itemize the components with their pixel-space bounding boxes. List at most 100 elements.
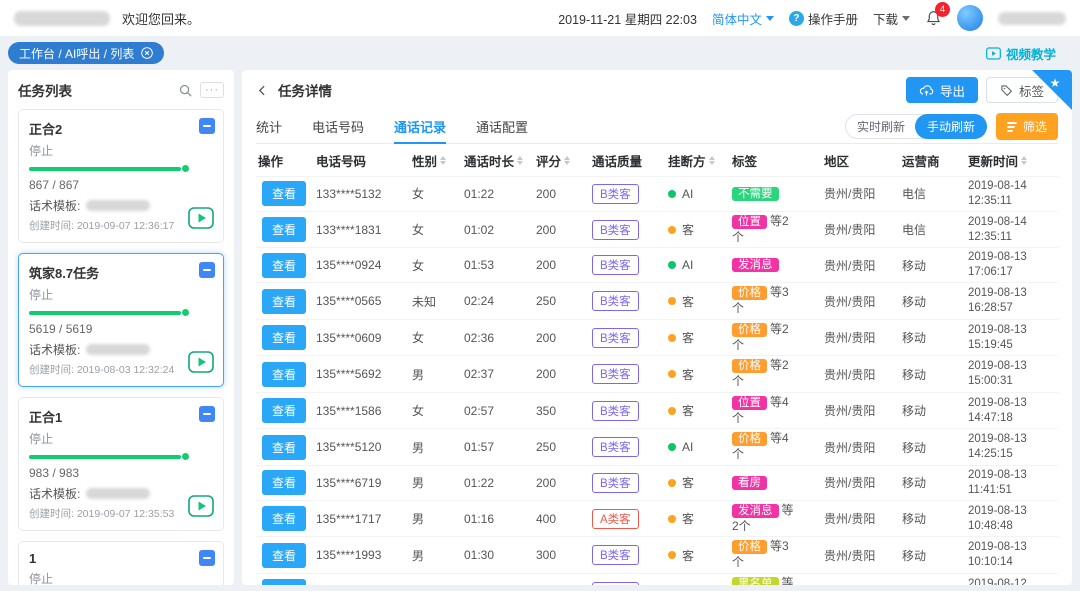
task-card[interactable]: 正合1 停止 983 / 983 话术模板: 创建时间: 2019-09-07 … [18,397,224,531]
manual-refresh-button[interactable]: 手动刷新 [914,114,987,139]
template-name-redacted [86,488,151,499]
cell-phone: 135****5120 [316,440,382,455]
quality-badge: B类客 [592,364,639,385]
cell-score: 250 [536,294,557,309]
view-button[interactable]: 查看 [262,579,307,585]
view-button[interactable]: 查看 [262,217,307,243]
collapse-task-icon[interactable] [199,550,215,566]
column-header[interactable]: 挂断方 [668,151,732,170]
notification-badge: 4 [935,2,950,17]
cell-hangup: 客 [682,512,695,527]
realtime-refresh-button[interactable]: 实时刷新 [846,115,916,138]
table-row: 查看 135****1717 男 01:16 400 A类客 客 发消息 等2个 … [256,499,1058,537]
view-button[interactable]: 查看 [262,506,307,532]
task-card[interactable]: 正合2 停止 867 / 867 话术模板: 创建时间: 2019-09-07 … [18,109,224,243]
hangup-dot-icon [668,189,676,198]
breadcrumb-bar: 工作台 / AI呼出 / 列表 视频教学 [0,36,1080,70]
export-button[interactable]: 导出 [905,77,978,103]
cell-gender: 女 [412,258,425,273]
view-button[interactable]: 查看 [262,470,307,496]
view-button[interactable]: 查看 [262,288,307,314]
cell-duration: 01:02 [464,222,495,237]
table-row: 查看 135****8867 男 02:03 350 B类客 AI 黑名单等3个… [256,572,1058,585]
tab[interactable]: 统计 [256,110,282,143]
task-detail-panel: ★ 任务详情 导出 标签 统计 电话号码 通话记录 通话配置 实时刷新 手动刷新… [242,70,1072,585]
favorite-corner-ribbon[interactable]: ★ [1032,70,1072,110]
cell-carrier: 移动 [902,404,927,419]
back-icon[interactable] [256,84,269,97]
close-icon[interactable] [141,47,154,59]
view-button[interactable]: 查看 [262,325,307,351]
datetime-text: 2019-11-21 星期四 22:03 [558,12,697,27]
column-header[interactable]: 更新时间 [968,151,1056,170]
table-row: 查看 133****1831 女 01:02 200 B类客 客 位置 等2个 贵… [256,210,1058,248]
star-icon: ★ [1050,76,1061,90]
cell-score: 200 [536,186,557,201]
sort-icon[interactable] [440,155,447,165]
play-button[interactable] [188,351,214,373]
search-icon[interactable] [178,83,193,98]
download-menu[interactable]: 下载 [873,9,910,28]
cell-phone: 135****5692 [316,367,382,382]
collapse-task-icon[interactable] [199,118,215,134]
collapse-task-icon[interactable] [199,262,215,278]
more-icon[interactable]: ··· [200,82,224,98]
sort-icon[interactable] [708,155,715,165]
view-button[interactable]: 查看 [262,434,307,460]
task-status: 停止 [29,432,54,446]
sort-icon[interactable] [1021,155,1028,165]
tag-badge: 价格 [732,286,767,301]
notifications-button[interactable]: 4 [925,2,950,27]
task-status: 停止 [29,572,54,585]
cell-phone: 135****1993 [316,548,382,563]
cell-carrier: 移动 [902,294,927,309]
sort-icon[interactable] [564,155,571,165]
progress-dot-icon [182,309,189,316]
manual-link[interactable]: ? 操作手册 [788,9,858,28]
cell-updated: 2019-08-14 12:35:11 [968,180,1027,207]
quality-badge: B类客 [592,545,639,566]
task-card[interactable]: 1 停止 0% 0 / 1 话术模板: 创建时间: 2019-11-07 13:… [18,541,224,585]
tabs: 统计 电话号码 通话记录 通话配置 [256,110,528,144]
task-status: 停止 [29,288,54,302]
cell-gender: 女 [412,331,425,346]
view-button[interactable]: 查看 [262,542,307,568]
video-icon [986,46,1001,60]
breadcrumb[interactable]: 工作台 / AI呼出 / 列表 [8,42,165,64]
video-tutorial-link[interactable]: 视频教学 [986,44,1056,63]
column-header[interactable]: 性别 [412,151,464,170]
tag-badge: 不需要 [732,186,779,201]
column-header[interactable]: 通话时长 [464,151,536,170]
tab[interactable]: 通话记录 [394,110,447,144]
view-button[interactable]: 查看 [262,361,307,387]
filter-button[interactable]: 筛选 [995,113,1058,140]
template-label: 话术模板: [29,199,81,213]
view-button[interactable]: 查看 [262,181,307,207]
cell-carrier: 移动 [902,440,927,455]
collapse-task-icon[interactable] [199,406,215,422]
template-label: 话术模板: [29,343,81,357]
play-button[interactable] [188,207,214,229]
cell-phone: 135****6719 [316,475,382,490]
quality-badge: B类客 [592,255,639,276]
cell-duration: 01:22 [464,186,495,201]
view-button[interactable]: 查看 [262,252,307,278]
task-card[interactable]: 筑家8.7任务 停止 5619 / 5619 话术模板: 创建时间: 2019-… [18,253,224,387]
tag-badge: 价格 [732,359,767,374]
language-selector[interactable]: 简体中文 [712,9,774,28]
column-header[interactable]: 评分 [536,151,592,170]
cell-score: 200 [536,222,557,237]
cell-hangup: 客 [682,548,695,563]
cell-score: 200 [536,330,557,345]
play-button[interactable] [188,495,214,517]
hangup-dot-icon [668,225,676,234]
tab[interactable]: 通话配置 [476,110,528,143]
view-button[interactable]: 查看 [262,398,307,424]
cell-region: 贵州/贵阳 [824,223,876,238]
sort-icon[interactable] [517,155,524,165]
task-status: 停止 [29,144,54,158]
cell-updated: 2019-08-13 16:28:57 [968,287,1027,315]
tab[interactable]: 电话号码 [312,110,364,143]
avatar[interactable] [957,5,983,31]
cell-region: 贵州/贵阳 [824,548,876,563]
